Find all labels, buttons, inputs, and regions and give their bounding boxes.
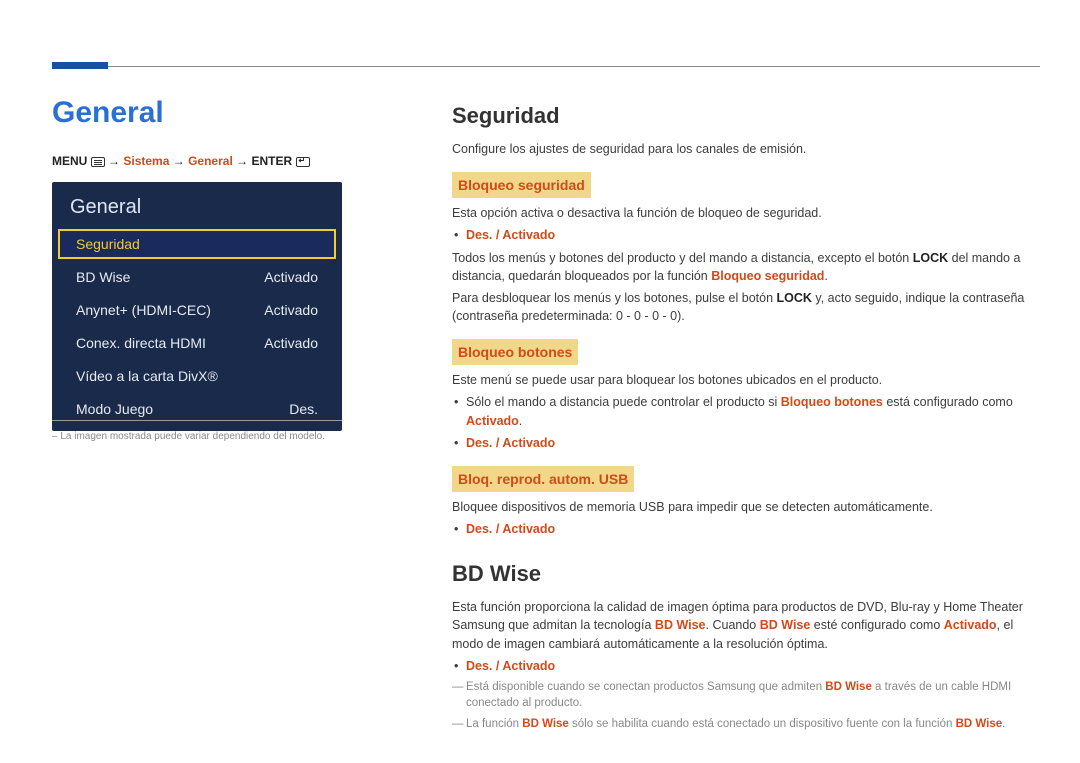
seguridad-intro: Configure los ajustes de seguridad para …: [452, 140, 1040, 158]
menu-item-hdmi[interactable]: Conex. directa HDMI Activado: [58, 328, 336, 358]
menu-item-value: Activado: [264, 335, 318, 351]
subheading-bloq-usb: Bloq. reprod. autom. USB: [452, 466, 634, 492]
content-area: Seguridad Configure los ajustes de segur…: [452, 100, 1040, 737]
menu-item-seguridad[interactable]: Seguridad: [58, 229, 336, 259]
enter-icon: [296, 157, 310, 167]
bloqueo-botones-opt: Des. / Activado: [466, 436, 555, 450]
header-accent: [52, 62, 108, 69]
bdwise-opt: Des. / Activado: [466, 659, 555, 673]
breadcrumb-arrow: →: [108, 154, 120, 168]
menu-item-bdwise[interactable]: BD Wise Activado: [58, 262, 336, 292]
menu-item-anynet[interactable]: Anynet+ (HDMI-CEC) Activado: [58, 295, 336, 325]
bloqueo-seguridad-p2: Todos los menús y botones del producto y…: [452, 249, 1040, 285]
menu-panel-title: General: [52, 182, 342, 229]
bdwise-note2: La función BD Wise sólo se habilita cuan…: [452, 716, 1040, 733]
menu-item-label: BD Wise: [76, 269, 130, 285]
section-title-bdwise: BD Wise: [452, 558, 1040, 590]
menu-item-label: Conex. directa HDMI: [76, 335, 206, 351]
subheading-bloqueo-botones: Bloqueo botones: [452, 339, 578, 365]
breadcrumb-enter: ENTER: [251, 154, 292, 168]
bloqueo-seguridad-p3: Para desbloquear los menús y los botones…: [452, 289, 1040, 325]
breadcrumb-sistema: Sistema: [123, 154, 169, 168]
menu-icon: [91, 157, 105, 167]
bloqueo-botones-p2: Sólo el mando a distancia puede controla…: [452, 393, 1040, 429]
image-footnote: La imagen mostrada puede variar dependie…: [52, 420, 342, 442]
menu-panel: General Seguridad BD Wise Activado Anyne…: [52, 182, 342, 431]
bloq-usb-opt: Des. / Activado: [466, 522, 555, 536]
bdwise-note1: Está disponible cuando se conectan produ…: [452, 679, 1040, 712]
section-title-seguridad: Seguridad: [452, 100, 1040, 132]
page-title: General: [52, 96, 164, 130]
menu-item-value: Activado: [264, 302, 318, 318]
breadcrumb: MENU → Sistema → General → ENTER: [52, 154, 310, 168]
breadcrumb-arrow: →: [173, 154, 185, 168]
header-divider: [52, 66, 1040, 67]
subheading-bloqueo-seguridad: Bloqueo seguridad: [452, 172, 591, 198]
menu-item-label: Anynet+ (HDMI-CEC): [76, 302, 211, 318]
breadcrumb-arrow: →: [236, 154, 248, 168]
bloq-usb-p1: Bloquee dispositivos de memoria USB para…: [452, 498, 1040, 516]
menu-item-label: Modo Juego: [76, 401, 153, 417]
menu-item-value: Activado: [264, 269, 318, 285]
bdwise-p1: Esta función proporciona la calidad de i…: [452, 598, 1040, 652]
breadcrumb-general: General: [188, 154, 233, 168]
bloqueo-botones-p1: Este menú se puede usar para bloquear lo…: [452, 371, 1040, 389]
breadcrumb-menu: MENU: [52, 154, 87, 168]
menu-item-divx[interactable]: Vídeo a la carta DivX®: [58, 361, 336, 391]
menu-item-label: Vídeo a la carta DivX®: [76, 368, 218, 384]
menu-item-label: Seguridad: [76, 236, 140, 252]
bloqueo-seguridad-opt: Des. / Activado: [466, 228, 555, 242]
bloqueo-seguridad-p1: Esta opción activa o desactiva la funció…: [452, 204, 1040, 222]
menu-item-value: Des.: [289, 401, 318, 417]
